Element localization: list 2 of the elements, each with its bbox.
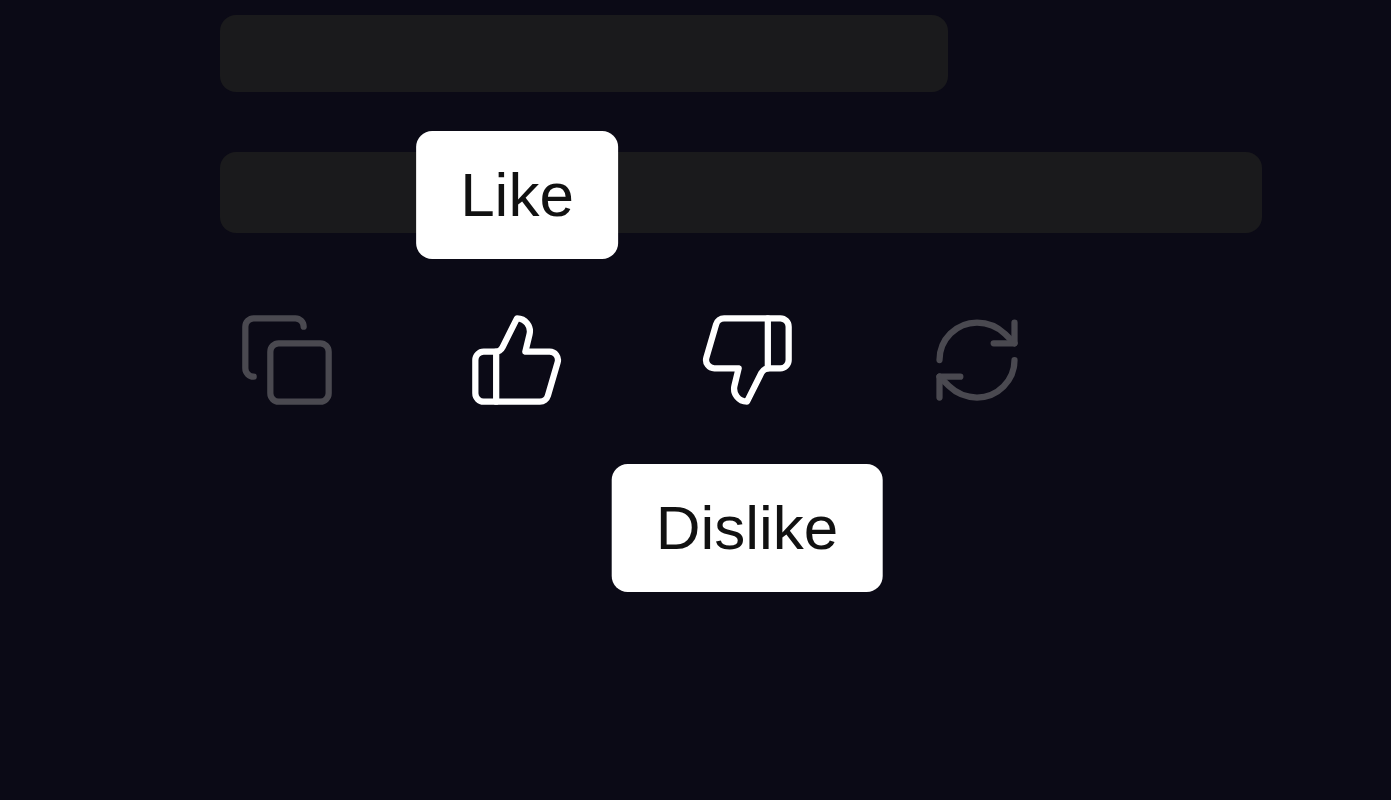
tooltip: Dislike	[611, 464, 883, 592]
tooltip: Like	[416, 131, 618, 259]
